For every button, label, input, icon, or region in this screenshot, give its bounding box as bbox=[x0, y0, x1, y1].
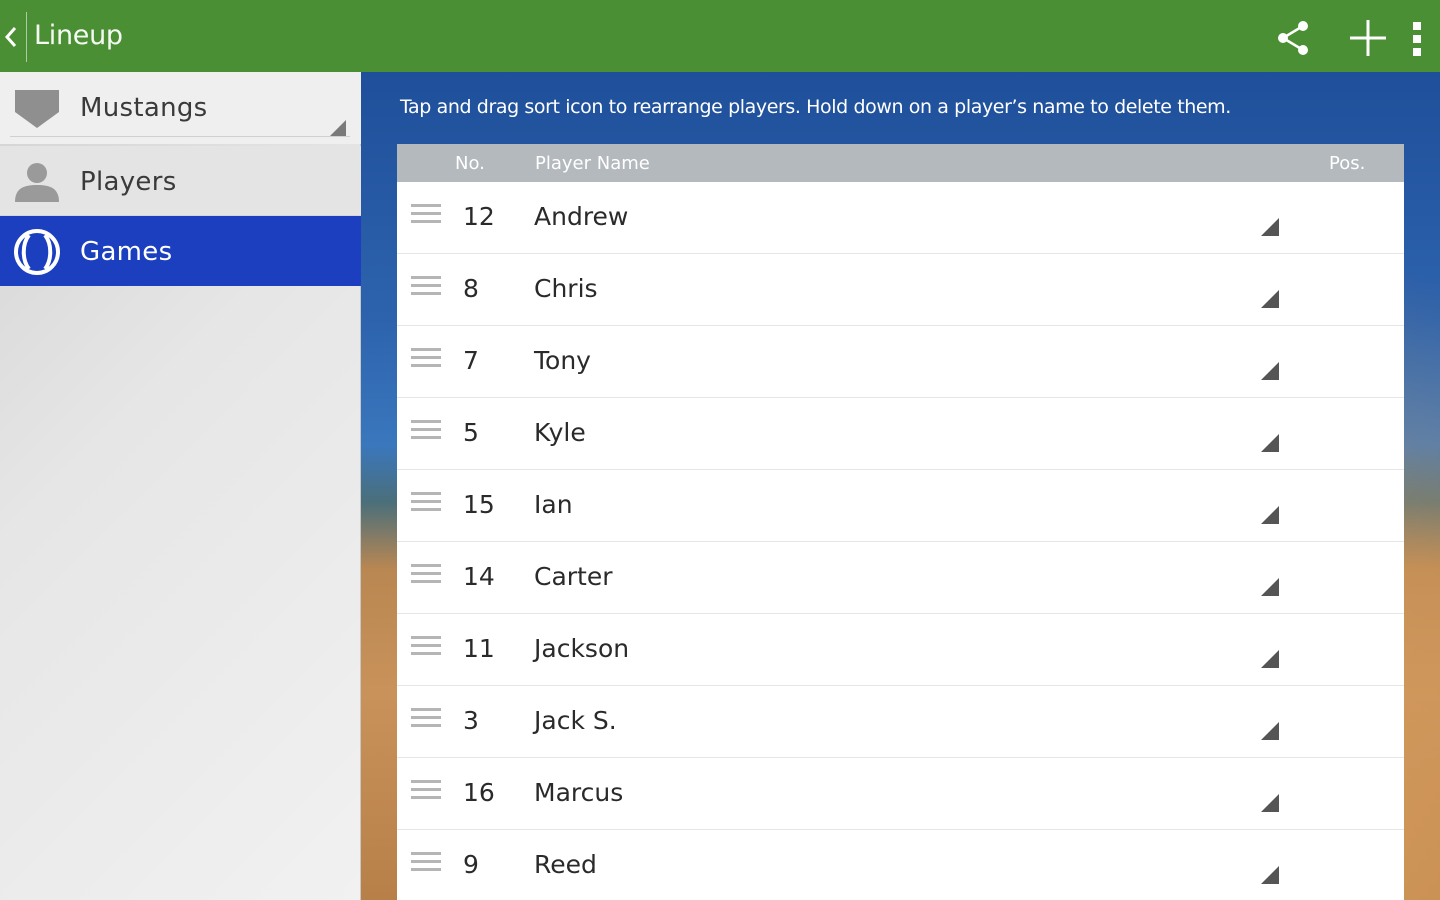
drag-handle-icon[interactable] bbox=[411, 564, 441, 588]
player-name[interactable]: Jack S. bbox=[534, 706, 617, 735]
drawer-item-games[interactable]: Games bbox=[0, 216, 361, 286]
player-number: 12 bbox=[463, 202, 495, 231]
team-name: Mustangs bbox=[80, 93, 208, 123]
spinner-triangle-icon bbox=[1261, 722, 1279, 740]
table-row: 11 Jackson bbox=[397, 614, 1404, 686]
baseball-icon bbox=[14, 229, 60, 275]
position-spinner[interactable] bbox=[1261, 704, 1381, 748]
overflow-menu-button[interactable] bbox=[1404, 16, 1432, 60]
table-row: 12 Andrew bbox=[397, 182, 1404, 254]
column-header-player-name: Player Name bbox=[535, 153, 650, 174]
drawer-item-label: Games bbox=[80, 237, 173, 267]
table-row: 15 Ian bbox=[397, 470, 1404, 542]
column-header-no: No. bbox=[455, 153, 485, 174]
lineup-table: No. Player Name Pos. 12 Andrew 8 Chris 7… bbox=[397, 144, 1404, 900]
table-row: 5 Kyle bbox=[397, 398, 1404, 470]
position-spinner[interactable] bbox=[1261, 200, 1381, 244]
position-spinner[interactable] bbox=[1261, 488, 1381, 532]
spinner-triangle-icon bbox=[1261, 794, 1279, 812]
player-name[interactable]: Andrew bbox=[534, 202, 628, 231]
spinner-triangle-icon bbox=[1261, 578, 1279, 596]
spinner-triangle-icon bbox=[1261, 290, 1279, 308]
position-spinner[interactable] bbox=[1261, 560, 1381, 604]
drawer-item-players[interactable]: Players bbox=[0, 146, 361, 216]
player-name[interactable]: Tony bbox=[534, 346, 591, 375]
table-row: 3 Jack S. bbox=[397, 686, 1404, 758]
team-selector[interactable]: Mustangs bbox=[0, 72, 361, 144]
drag-handle-icon[interactable] bbox=[411, 348, 441, 372]
add-player-button[interactable] bbox=[1346, 16, 1390, 60]
position-spinner[interactable] bbox=[1261, 416, 1381, 460]
share-icon bbox=[1278, 21, 1308, 55]
spinner-triangle-icon bbox=[1261, 362, 1279, 380]
spinner-triangle-icon bbox=[330, 120, 346, 136]
add-icon bbox=[1350, 20, 1386, 56]
drag-handle-icon[interactable] bbox=[411, 492, 441, 516]
player-name[interactable]: Carter bbox=[534, 562, 613, 591]
page-title: Lineup bbox=[34, 20, 123, 51]
action-bar-divider bbox=[26, 12, 27, 62]
drag-handle-icon[interactable] bbox=[411, 420, 441, 444]
player-name[interactable]: Ian bbox=[534, 490, 573, 519]
navigation-drawer: Mustangs Players Games bbox=[0, 72, 361, 900]
drag-handle-icon[interactable] bbox=[411, 708, 441, 732]
drag-handle-icon[interactable] bbox=[411, 276, 441, 300]
table-row: 7 Tony bbox=[397, 326, 1404, 398]
drawer-item-label: Players bbox=[80, 167, 177, 197]
player-number: 7 bbox=[463, 346, 479, 375]
spinner-triangle-icon bbox=[1261, 650, 1279, 668]
spinner-underline bbox=[10, 136, 350, 137]
player-number: 11 bbox=[463, 634, 495, 663]
drag-handle-icon[interactable] bbox=[411, 780, 441, 804]
column-header-pos: Pos. bbox=[1329, 153, 1366, 174]
player-number: 3 bbox=[463, 706, 479, 735]
player-name[interactable]: Marcus bbox=[534, 778, 623, 807]
table-header: No. Player Name Pos. bbox=[397, 144, 1404, 182]
position-spinner[interactable] bbox=[1261, 848, 1381, 892]
table-row: 16 Marcus bbox=[397, 758, 1404, 830]
position-spinner[interactable] bbox=[1261, 632, 1381, 676]
player-number: 15 bbox=[463, 490, 495, 519]
action-bar: Lineup bbox=[0, 0, 1440, 72]
spinner-triangle-icon bbox=[1261, 218, 1279, 236]
drag-handle-icon[interactable] bbox=[411, 204, 441, 228]
lineup-content: Tap and drag sort icon to rearrange play… bbox=[361, 72, 1440, 900]
home-plate-icon bbox=[15, 90, 59, 128]
overflow-menu-icon bbox=[1413, 22, 1421, 56]
back-button[interactable] bbox=[0, 0, 26, 72]
table-row: 9 Reed bbox=[397, 830, 1404, 900]
player-number: 8 bbox=[463, 274, 479, 303]
player-name[interactable]: Jackson bbox=[534, 634, 629, 663]
position-spinner[interactable] bbox=[1261, 776, 1381, 820]
player-number: 9 bbox=[463, 850, 479, 879]
spinner-triangle-icon bbox=[1261, 506, 1279, 524]
position-spinner[interactable] bbox=[1261, 272, 1381, 316]
drag-handle-icon[interactable] bbox=[411, 636, 441, 660]
back-chevron-icon bbox=[4, 27, 17, 47]
drag-handle-icon[interactable] bbox=[411, 852, 441, 876]
player-name[interactable]: Reed bbox=[534, 850, 597, 879]
share-button[interactable] bbox=[1272, 16, 1316, 60]
table-row: 8 Chris bbox=[397, 254, 1404, 326]
table-row: 14 Carter bbox=[397, 542, 1404, 614]
player-name[interactable]: Chris bbox=[534, 274, 598, 303]
spinner-triangle-icon bbox=[1261, 434, 1279, 452]
player-number: 5 bbox=[463, 418, 479, 447]
player-number: 16 bbox=[463, 778, 495, 807]
player-number: 14 bbox=[463, 562, 495, 591]
person-icon bbox=[15, 163, 59, 202]
spinner-triangle-icon bbox=[1261, 866, 1279, 884]
player-name[interactable]: Kyle bbox=[534, 418, 586, 447]
instructions-text: Tap and drag sort icon to rearrange play… bbox=[400, 96, 1231, 118]
position-spinner[interactable] bbox=[1261, 344, 1381, 388]
